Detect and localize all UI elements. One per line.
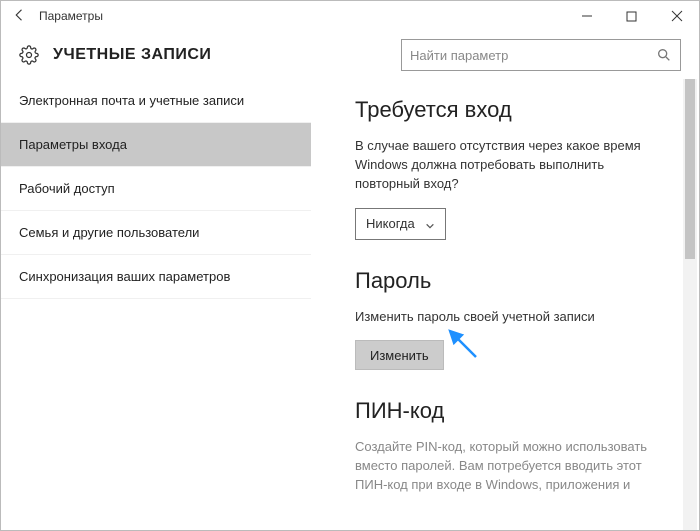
search-box[interactable]	[401, 39, 681, 71]
window-title: Параметры	[39, 9, 103, 23]
back-button[interactable]	[11, 6, 29, 27]
section-password: Пароль Изменить пароль своей учетной зап…	[355, 268, 671, 371]
vertical-scrollbar[interactable]	[683, 79, 697, 530]
section-desc-pin: Создайте PIN-код, который можно использо…	[355, 438, 655, 495]
select-value: Никогда	[366, 216, 415, 231]
section-title-password: Пароль	[355, 268, 671, 294]
content-pane: Требуется вход В случае вашего отсутстви…	[311, 79, 699, 530]
section-title-signin: Требуется вход	[355, 97, 671, 123]
scrollbar-thumb[interactable]	[685, 79, 695, 259]
change-password-button[interactable]: Изменить	[355, 340, 444, 370]
maximize-button[interactable]	[609, 1, 654, 31]
body: Электронная почта и учетные записи Парам…	[1, 79, 699, 530]
settings-window: Параметры УЧЕТНЫЕ ЗАПИСИ	[0, 0, 700, 531]
minimize-button[interactable]	[564, 1, 609, 31]
search-icon	[656, 47, 672, 63]
section-require-signin: Требуется вход В случае вашего отсутстви…	[355, 97, 671, 240]
page-title: УЧЕТНЫЕ ЗАПИСИ	[53, 46, 211, 64]
section-title-pin: ПИН-код	[355, 398, 671, 424]
require-signin-select[interactable]: Никогда	[355, 208, 446, 240]
section-pin: ПИН-код Создайте PIN-код, который можно …	[355, 398, 671, 495]
sidebar-item-work-access[interactable]: Рабочий доступ	[1, 167, 311, 211]
section-desc-password: Изменить пароль своей учетной записи	[355, 308, 655, 327]
header: УЧЕТНЫЕ ЗАПИСИ	[1, 31, 699, 79]
window-controls	[564, 1, 699, 31]
search-input[interactable]	[410, 48, 656, 63]
chevron-down-icon	[425, 219, 435, 229]
section-desc-signin: В случае вашего отсутствия через какое в…	[355, 137, 655, 194]
sidebar: Электронная почта и учетные записи Парам…	[1, 79, 311, 530]
sidebar-item-family-users[interactable]: Семья и другие пользователи	[1, 211, 311, 255]
sidebar-item-sync-settings[interactable]: Синхронизация ваших параметров	[1, 255, 311, 299]
titlebar: Параметры	[1, 1, 699, 31]
sidebar-item-email-accounts[interactable]: Электронная почта и учетные записи	[1, 79, 311, 123]
sidebar-item-signin-options[interactable]: Параметры входа	[1, 123, 311, 167]
close-button[interactable]	[654, 1, 699, 31]
gear-icon	[19, 45, 39, 65]
